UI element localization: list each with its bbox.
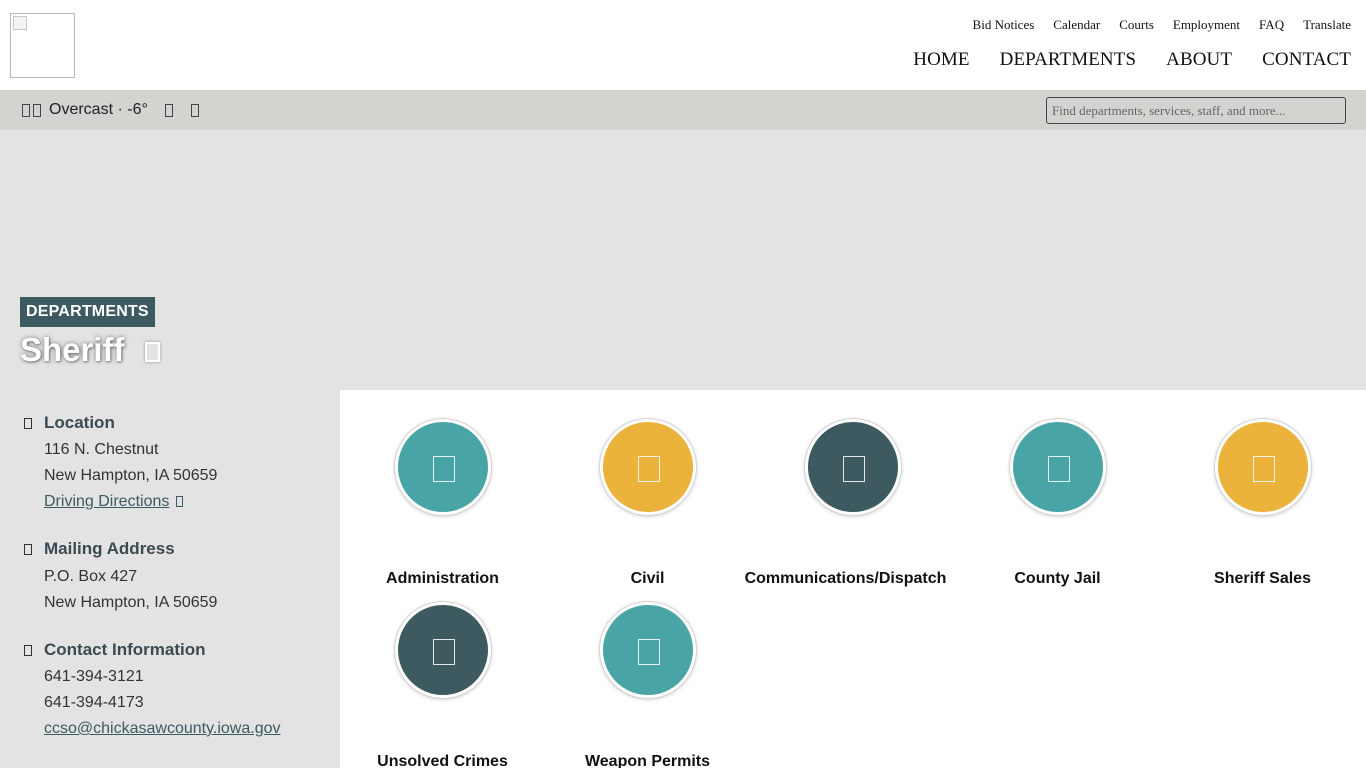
utility-link-courts[interactable]: Courts xyxy=(1119,17,1154,33)
phone-icon xyxy=(24,645,32,656)
tile-civil[interactable]: Civil xyxy=(545,419,750,587)
tile-sheriff-sales[interactable]: Sheriff Sales xyxy=(1160,419,1365,587)
gavel-icon xyxy=(1253,456,1275,482)
county-logo[interactable] xyxy=(10,13,75,78)
contact-heading: Contact Information xyxy=(44,640,206,659)
weather-cloud-icon xyxy=(22,103,30,117)
external-link-icon[interactable] xyxy=(176,496,184,507)
utility-link-calendar[interactable]: Calendar xyxy=(1053,17,1100,33)
division-tiles: Administration Civil Communications/Disp… xyxy=(340,390,1366,768)
mailing-heading: Mailing Address xyxy=(44,539,175,558)
weather-temp-icon xyxy=(33,103,41,117)
civil-icon xyxy=(638,456,660,482)
contact-phone-1[interactable]: 641-394-3121 xyxy=(44,668,144,686)
bookmark-icon[interactable] xyxy=(145,342,160,362)
page-hero: DEPARTMENTS Sheriff xyxy=(0,130,1366,390)
administration-icon xyxy=(433,456,455,482)
contact-phone-2[interactable]: 641-394-4173 xyxy=(44,694,144,712)
mailing-box: P.O. Box 427 xyxy=(44,568,138,585)
weather-alert-icon[interactable] xyxy=(191,104,199,117)
location-city: New Hampton, IA 50659 xyxy=(44,467,218,484)
utility-link-translate[interactable]: Translate xyxy=(1303,17,1351,33)
contact-email-row: ccso@chickasawcounty.iowa.gov xyxy=(44,720,281,738)
tile-circle[interactable] xyxy=(1010,419,1106,515)
tile-label[interactable]: Sheriff Sales xyxy=(1140,570,1366,588)
jail-icon xyxy=(1048,456,1070,482)
location-heading: Location xyxy=(44,413,115,432)
tile-communications-dispatch[interactable]: Communications/Dispatch xyxy=(745,419,955,587)
driving-directions-row: Driving Directions xyxy=(44,493,184,511)
mailing-city: New Hampton, IA 50659 xyxy=(44,594,218,611)
weather-forecast-icon[interactable] xyxy=(165,104,173,117)
utility-link-bid-notices[interactable]: Bid Notices xyxy=(973,17,1035,33)
nav-contact[interactable]: CONTACT xyxy=(1262,49,1351,71)
weather-text: Overcast · -6° xyxy=(49,101,148,118)
page-title: Sheriff xyxy=(20,331,125,368)
map-marker-icon xyxy=(24,418,32,429)
tile-circle[interactable] xyxy=(395,602,491,698)
tile-circle[interactable] xyxy=(600,419,696,515)
tile-label[interactable]: Weapon Permits xyxy=(525,753,770,768)
site-search-input[interactable] xyxy=(1046,97,1346,124)
main-nav: HOME DEPARTMENTS ABOUT CONTACT xyxy=(913,49,1351,71)
tile-unsolved-crimes[interactable]: Unsolved Crimes xyxy=(340,602,545,768)
permit-icon xyxy=(638,639,660,665)
contact-email-link[interactable]: ccso@chickasawcounty.iowa.gov xyxy=(44,720,281,737)
contact-sidebar: Location 116 N. Chestnut New Hampton, IA… xyxy=(0,390,340,768)
tile-circle[interactable] xyxy=(395,419,491,515)
nav-departments[interactable]: DEPARTMENTS xyxy=(1000,49,1137,71)
tile-label[interactable]: Communications/Dispatch xyxy=(723,570,968,588)
nav-about[interactable]: ABOUT xyxy=(1166,49,1232,71)
weather-widget: Overcast · -6° xyxy=(22,101,148,119)
driving-directions-link[interactable]: Driving Directions xyxy=(44,493,169,510)
breadcrumb-departments-badge[interactable]: DEPARTMENTS xyxy=(20,297,155,327)
tile-administration[interactable]: Administration xyxy=(340,419,545,587)
utility-link-employment[interactable]: Employment xyxy=(1173,17,1240,33)
utility-nav: Bid Notices Calendar Courts Employment F… xyxy=(973,17,1351,33)
tile-county-jail[interactable]: County Jail xyxy=(955,419,1160,587)
tile-weapon-permits[interactable]: Weapon Permits xyxy=(545,602,750,768)
utility-link-faq[interactable]: FAQ xyxy=(1259,17,1284,33)
envelope-icon xyxy=(24,544,32,555)
tile-circle[interactable] xyxy=(1215,419,1311,515)
magnifier-icon xyxy=(433,639,455,665)
tile-circle[interactable] xyxy=(805,419,901,515)
site-header: Bid Notices Calendar Courts Employment F… xyxy=(0,0,1366,90)
location-street: 116 N. Chestnut xyxy=(44,441,159,458)
tile-circle[interactable] xyxy=(600,602,696,698)
broken-image-icon xyxy=(13,16,27,30)
nav-home[interactable]: HOME xyxy=(913,49,969,71)
dispatch-icon xyxy=(843,456,865,482)
